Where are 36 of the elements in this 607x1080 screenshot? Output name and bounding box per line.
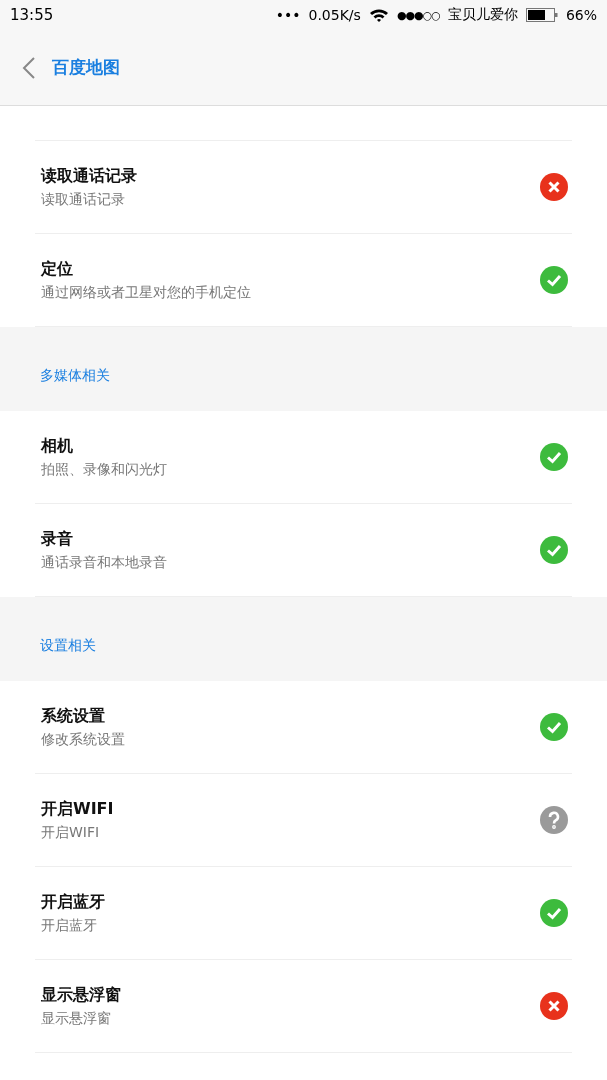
permission-description: 修改系统设置 (41, 730, 125, 749)
permission-name: 录音 (41, 528, 74, 550)
permission-name: 开启蓝牙 (41, 891, 105, 913)
permission-name: 显示悬浮窗 (41, 984, 121, 1006)
network-speed: 0.05K/s (308, 7, 361, 23)
permission-description: 开启蓝牙 (41, 916, 98, 935)
battery-icon (525, 8, 558, 22)
permission-name: 读取通话记录 (41, 165, 137, 187)
section-title: 多媒体相关 (40, 367, 110, 385)
check-icon[interactable] (540, 536, 568, 564)
battery-percent: 66% (565, 7, 597, 23)
permission-description: 读取通话记录 (41, 190, 126, 209)
more-dots: ••• (275, 7, 301, 23)
permission-description: 开启WIFI (41, 823, 101, 842)
permission-description: 通过网络或者卫星对您的手机定位 (41, 283, 251, 302)
permission-name: 开启WIFI (41, 798, 114, 820)
permission-description: 拍照、录像和闪光灯 (41, 460, 167, 479)
permission-name: 相机 (41, 435, 74, 457)
carrier-name: 宝贝儿爱你 (447, 6, 518, 24)
check-icon[interactable] (540, 443, 568, 471)
check-icon[interactable] (540, 899, 568, 927)
signal-strength: ●●●○○ (396, 8, 440, 22)
permission-name: 定位 (41, 258, 74, 280)
cross-icon[interactable] (540, 173, 568, 201)
permission-description: 显示悬浮窗 (41, 1009, 112, 1028)
permission-name: 系统设置 (41, 705, 106, 727)
wifi-icon (368, 7, 389, 23)
back-icon[interactable] (22, 55, 36, 80)
clock-time: 13:55 (10, 6, 54, 24)
section-title: 设置相关 (40, 637, 96, 655)
check-icon[interactable] (540, 266, 568, 294)
cross-icon[interactable] (540, 992, 568, 1020)
check-icon[interactable] (540, 713, 568, 741)
question-icon[interactable] (540, 806, 568, 834)
page-title: 百度地图 (52, 56, 120, 79)
permission-description: 通话录音和本地录音 (41, 553, 167, 572)
